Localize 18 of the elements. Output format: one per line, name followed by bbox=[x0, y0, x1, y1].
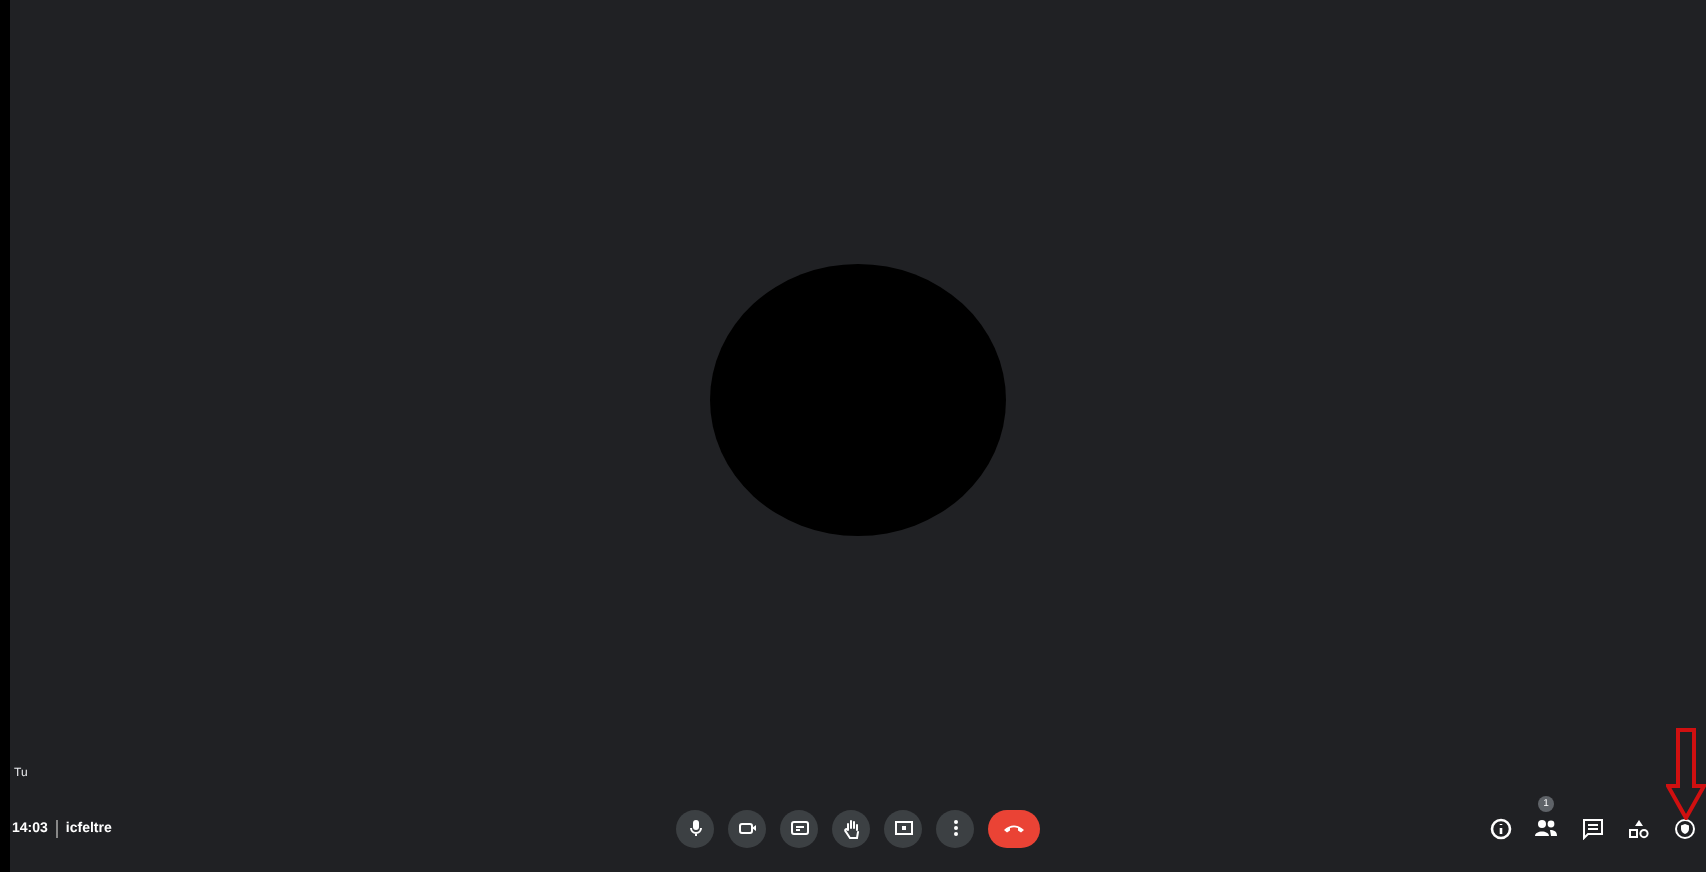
camera-button[interactable] bbox=[728, 809, 766, 847]
raise-hand-button[interactable] bbox=[832, 809, 870, 847]
hand-icon bbox=[841, 817, 861, 839]
info-button[interactable] bbox=[1486, 814, 1514, 842]
shield-button[interactable] bbox=[1670, 814, 1698, 842]
phone-icon bbox=[1002, 822, 1026, 834]
down-arrow-annotation bbox=[1666, 728, 1706, 820]
camera-icon bbox=[737, 818, 757, 838]
more-icon bbox=[951, 818, 959, 838]
microphone-button[interactable] bbox=[676, 809, 714, 847]
microphone-icon bbox=[685, 818, 705, 838]
captions-button[interactable] bbox=[780, 809, 818, 847]
end-call-button[interactable] bbox=[988, 809, 1040, 847]
screen-icon bbox=[893, 818, 913, 838]
captions-icon bbox=[789, 818, 809, 838]
chat-button[interactable] bbox=[1578, 814, 1606, 842]
present-button[interactable] bbox=[884, 809, 922, 847]
more-options-button[interactable] bbox=[936, 809, 974, 847]
